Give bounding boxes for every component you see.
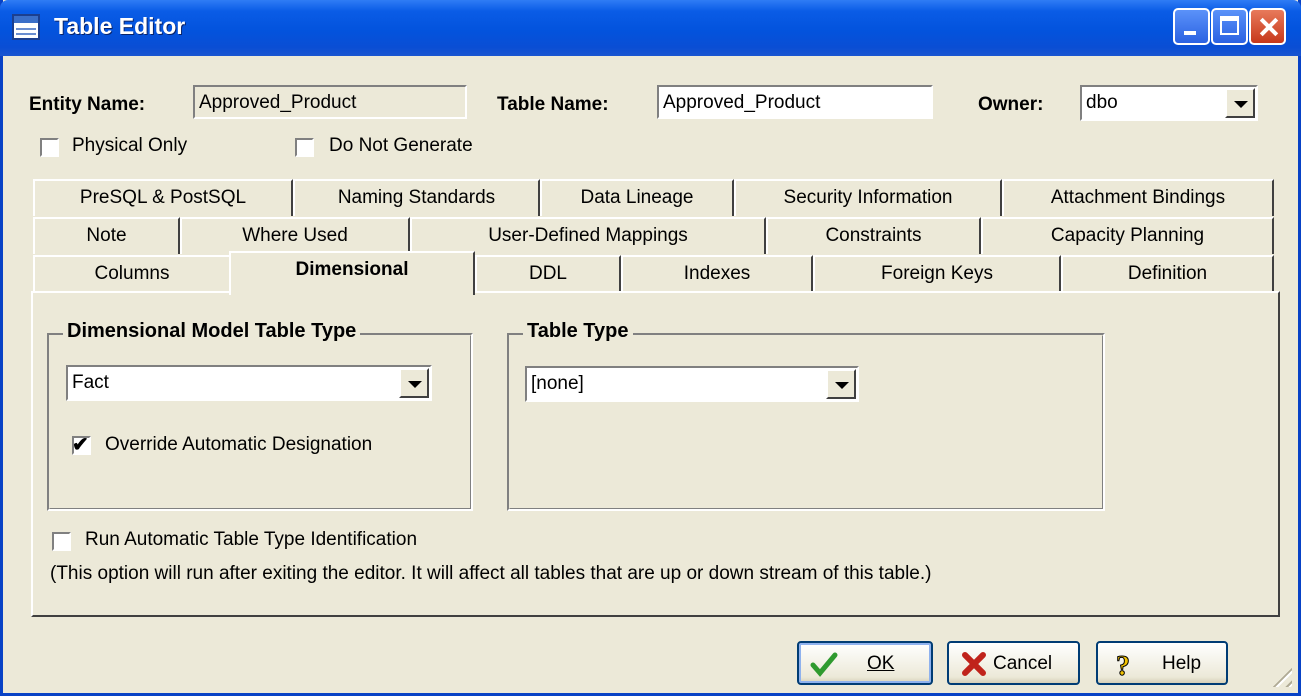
minimize-button[interactable] <box>1173 8 1210 45</box>
window-title: Table Editor <box>54 13 186 39</box>
chevron-down-icon[interactable] <box>826 369 856 399</box>
tab-note[interactable]: Note <box>33 217 180 254</box>
cancel-button[interactable]: Cancel <box>947 641 1080 685</box>
do-not-generate-label: Do Not Generate <box>329 135 473 156</box>
ok-label: OK <box>867 653 895 674</box>
dimensional-model-table-type-title: Dimensional Model Table Type <box>63 320 361 343</box>
tab-foreign-keys[interactable]: Foreign Keys <box>813 255 1061 292</box>
close-button[interactable] <box>1249 8 1286 45</box>
table-name-label: Table Name: <box>497 94 609 115</box>
tab-dimensional[interactable]: Dimensional <box>229 251 475 295</box>
tab-user-defined-mappings[interactable]: User-Defined Mappings <box>410 217 766 254</box>
help-icon: ? <box>1116 651 1131 680</box>
entity-name-field[interactable]: Approved_Product <box>193 85 467 119</box>
ok-button[interactable]: OK <box>797 641 933 685</box>
override-automatic-designation-checkbox[interactable]: ✔ <box>72 434 91 456</box>
title-bar[interactable]: Table Editor <box>0 0 1301 56</box>
override-automatic-designation-label: Override Automatic Designation <box>105 434 373 455</box>
table-name-input[interactable]: Approved_Product <box>657 85 933 119</box>
dimensional-model-table-type-group: Dimensional Model Table Type <box>47 320 473 511</box>
dimensional-model-type-value: Fact <box>72 372 109 393</box>
table-icon <box>12 14 40 40</box>
run-automatic-note: (This option will run after exiting the … <box>50 563 932 584</box>
tab-presql-postsql[interactable]: PreSQL & PostSQL <box>33 179 293 216</box>
checkmark-icon: ✔ <box>72 434 89 456</box>
entity-name-label: Entity Name: <box>29 94 146 115</box>
help-button[interactable]: ? Help <box>1096 641 1228 685</box>
tab-capacity-planning[interactable]: Capacity Planning <box>981 217 1274 254</box>
tab-security-information[interactable]: Security Information <box>734 179 1002 216</box>
tab-indexes[interactable]: Indexes <box>621 255 813 292</box>
owner-label: Owner: <box>978 94 1044 115</box>
chevron-down-icon[interactable] <box>399 368 429 398</box>
table-type-group: Table Type <box>507 320 1105 511</box>
cancel-label: Cancel <box>993 653 1053 674</box>
table-type-dropdown[interactable]: [none] <box>525 366 859 402</box>
chevron-down-icon[interactable] <box>1225 88 1255 118</box>
tab-attachment-bindings[interactable]: Attachment Bindings <box>1002 179 1274 216</box>
physical-only-label: Physical Only <box>72 135 188 156</box>
table-type-value: [none] <box>531 373 584 394</box>
close-icon <box>962 652 986 676</box>
svg-text:?: ? <box>1116 651 1130 679</box>
help-label: Help <box>1162 653 1202 674</box>
resize-grip[interactable] <box>1266 661 1292 687</box>
tab-naming-standards[interactable]: Naming Standards <box>293 179 540 216</box>
run-automatic-table-type-label: Run Automatic Table Type Identification <box>85 529 418 550</box>
table-type-title: Table Type <box>523 320 633 343</box>
run-automatic-table-type-checkbox[interactable] <box>52 532 71 551</box>
tab-constraints[interactable]: Constraints <box>766 217 981 254</box>
tab-columns[interactable]: Columns <box>33 255 231 292</box>
checkmark-icon <box>810 652 838 677</box>
physical-only-checkbox[interactable] <box>40 138 59 157</box>
do-not-generate-checkbox[interactable] <box>295 138 314 157</box>
tab-ddl[interactable]: DDL <box>475 255 621 292</box>
owner-dropdown[interactable]: dbo <box>1080 85 1258 121</box>
maximize-button[interactable] <box>1211 8 1248 45</box>
table-editor-window: Table Editor Entity Name: Approved_Produ… <box>0 0 1301 696</box>
tab-definition[interactable]: Definition <box>1061 255 1274 292</box>
tab-where-used[interactable]: Where Used <box>180 217 410 254</box>
tab-data-lineage[interactable]: Data Lineage <box>540 179 734 216</box>
dimensional-model-type-dropdown[interactable]: Fact <box>66 365 432 401</box>
owner-value: dbo <box>1086 92 1118 113</box>
